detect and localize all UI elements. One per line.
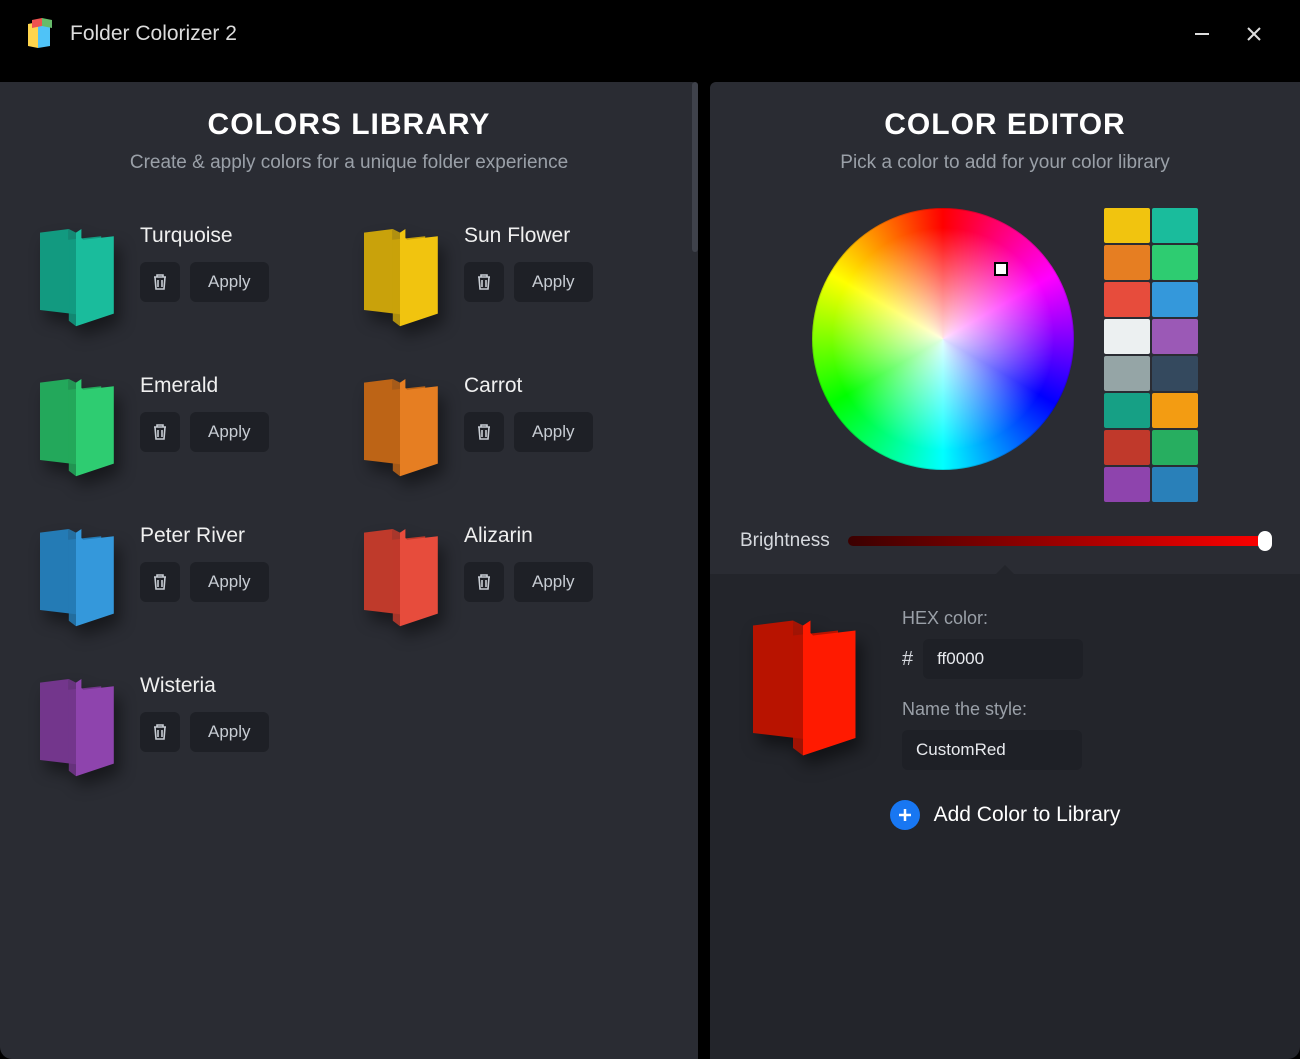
folder-icon: [30, 220, 122, 328]
apply-button[interactable]: Apply: [190, 262, 269, 302]
color-card: Turquoise Apply: [30, 220, 344, 328]
swatch[interactable]: [1104, 356, 1150, 391]
color-editor-panel: Color Editor Pick a color to add for you…: [710, 82, 1300, 574]
folder-icon: [30, 520, 122, 628]
name-input[interactable]: [902, 730, 1082, 770]
color-name: Turquoise: [140, 224, 269, 248]
swatch[interactable]: [1104, 430, 1150, 465]
folder-icon: [30, 670, 122, 778]
app-title: Folder Colorizer 2: [70, 22, 237, 46]
color-name: Peter River: [140, 524, 269, 548]
app-window: Folder Colorizer 2 Colors Library Create…: [0, 0, 1300, 1059]
apply-button[interactable]: Apply: [514, 562, 593, 602]
apply-button[interactable]: Apply: [514, 262, 593, 302]
minimize-button[interactable]: [1180, 12, 1224, 56]
swatch[interactable]: [1104, 467, 1150, 502]
swatch[interactable]: [1152, 282, 1198, 317]
swatch[interactable]: [1104, 282, 1150, 317]
swatch[interactable]: [1104, 245, 1150, 280]
folder-icon: [30, 370, 122, 478]
brightness-label: Brightness: [740, 530, 830, 552]
editor-heading: Color Editor: [740, 108, 1270, 142]
hex-prefix: #: [902, 648, 913, 671]
color-name: Alizarin: [464, 524, 593, 548]
delete-button[interactable]: [140, 562, 180, 602]
color-card: Emerald Apply: [30, 370, 344, 478]
library-heading: Colors Library: [30, 108, 668, 142]
color-card: Wisteria Apply: [30, 670, 344, 778]
plus-icon: [890, 800, 920, 830]
apply-button[interactable]: Apply: [514, 412, 593, 452]
apply-button[interactable]: Apply: [190, 412, 269, 452]
apply-button[interactable]: Apply: [190, 562, 269, 602]
swatch[interactable]: [1152, 208, 1198, 243]
swatch[interactable]: [1152, 356, 1198, 391]
delete-button[interactable]: [464, 412, 504, 452]
folder-icon: [354, 220, 446, 328]
color-name: Sun Flower: [464, 224, 593, 248]
delete-button[interactable]: [140, 262, 180, 302]
hex-input[interactable]: [923, 639, 1083, 679]
swatch[interactable]: [1152, 245, 1198, 280]
add-color-button[interactable]: Add Color to Library: [740, 800, 1270, 830]
scrollbar[interactable]: [692, 82, 698, 252]
add-color-label: Add Color to Library: [934, 803, 1121, 827]
swatch[interactable]: [1104, 208, 1150, 243]
delete-button[interactable]: [140, 712, 180, 752]
brightness-thumb[interactable]: [1258, 531, 1272, 551]
color-card: Sun Flower Apply: [354, 220, 668, 328]
swatch[interactable]: [1152, 319, 1198, 354]
preview-panel: HEX color: # Name the style: Add Color t…: [710, 574, 1300, 1059]
color-name: Carrot: [464, 374, 593, 398]
delete-button[interactable]: [464, 562, 504, 602]
colors-library-panel: Colors Library Create & apply colors for…: [0, 82, 698, 1059]
swatch[interactable]: [1104, 393, 1150, 428]
delete-button[interactable]: [140, 412, 180, 452]
swatch[interactable]: [1104, 319, 1150, 354]
color-name: Emerald: [140, 374, 269, 398]
name-label: Name the style:: [902, 699, 1270, 720]
swatch[interactable]: [1152, 430, 1198, 465]
color-wheel-indicator[interactable]: [994, 262, 1008, 276]
swatch-grid: [1104, 208, 1198, 502]
library-subheading: Create & apply colors for a unique folde…: [30, 152, 668, 174]
swatch[interactable]: [1152, 393, 1198, 428]
preview-folder-icon: [740, 608, 866, 758]
folder-icon: [354, 370, 446, 478]
swatch[interactable]: [1152, 467, 1198, 502]
brightness-slider[interactable]: [848, 536, 1270, 546]
color-card: Carrot Apply: [354, 370, 668, 478]
editor-subheading: Pick a color to add for your color libra…: [740, 152, 1270, 174]
folder-icon: [354, 520, 446, 628]
color-card: Alizarin Apply: [354, 520, 668, 628]
color-name: Wisteria: [140, 674, 269, 698]
apply-button[interactable]: Apply: [190, 712, 269, 752]
titlebar: Folder Colorizer 2: [0, 0, 1300, 68]
color-wheel[interactable]: [812, 208, 1074, 470]
app-logo-icon: [24, 18, 56, 50]
close-button[interactable]: [1232, 12, 1276, 56]
delete-button[interactable]: [464, 262, 504, 302]
color-card: Peter River Apply: [30, 520, 344, 628]
hex-label: HEX color:: [902, 608, 1270, 629]
